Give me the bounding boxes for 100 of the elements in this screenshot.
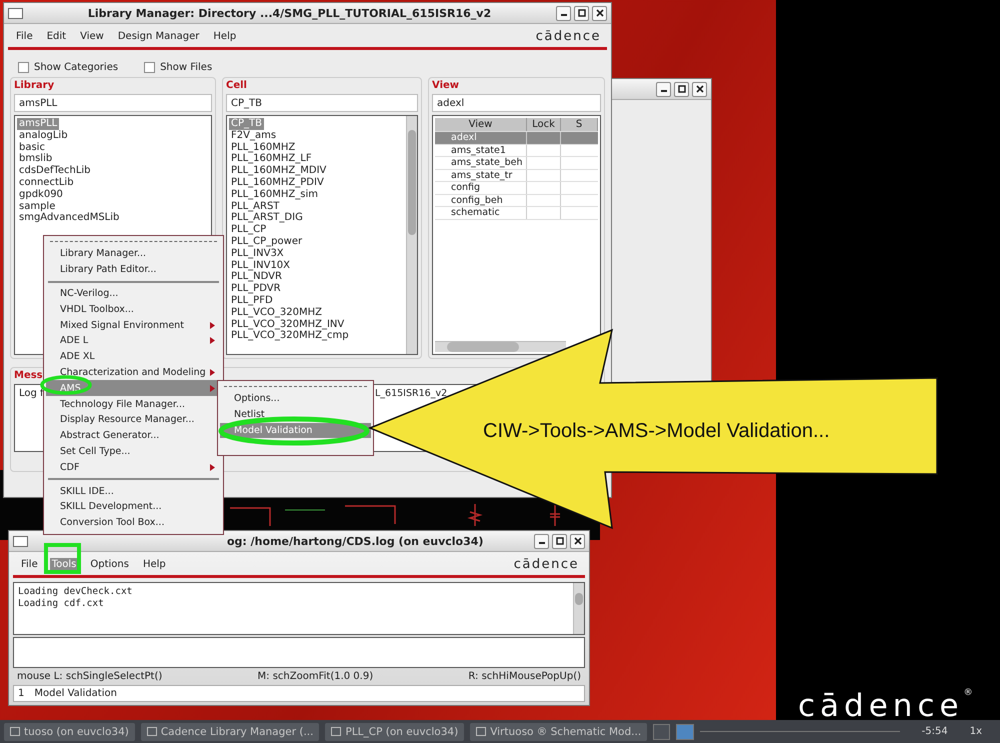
menu-item[interactable]: Abstract Generator... (46, 428, 221, 444)
menu-item[interactable]: ADE XL (46, 348, 221, 365)
list-item[interactable]: connectLib (17, 176, 76, 189)
list-item[interactable]: bmslib (17, 153, 54, 166)
list-item[interactable]: PLL_CP (229, 224, 268, 236)
column-header[interactable]: View (435, 118, 527, 131)
menu-item[interactable]: File (14, 30, 35, 43)
list-item[interactable]: gpdk090 (17, 188, 65, 201)
close-button[interactable] (692, 82, 707, 96)
cell-field[interactable]: CP_TB (226, 94, 418, 112)
close-button[interactable] (570, 534, 585, 548)
menu-item[interactable]: File (19, 558, 40, 571)
speed-button[interactable]: 1x (970, 726, 982, 737)
table-row[interactable]: ams_state_tr (435, 170, 598, 182)
list-item[interactable]: PLL_VCO_320MHZ (229, 306, 324, 319)
menu-item[interactable]: Netlist (220, 406, 371, 423)
menu-item[interactable]: Display Resource Manager... (46, 412, 221, 428)
minimize-button[interactable] (656, 82, 671, 96)
window-icon (146, 727, 157, 736)
checkbox-option[interactable]: Show Files (144, 62, 212, 73)
list-item[interactable]: PLL_PDVR (229, 283, 283, 295)
list-item[interactable]: cdsDefTechLib (17, 165, 93, 177)
list-item[interactable]: PLL_160MHZ_LF (229, 153, 314, 166)
window-icon (10, 727, 20, 736)
list-item[interactable]: PLL_INV10X (229, 260, 292, 272)
list-item[interactable]: PLL_CP_power (229, 236, 304, 248)
log-line: Loading devCheck.cxt (18, 586, 134, 598)
library-field[interactable]: amsPLL (14, 94, 212, 112)
maximize-button[interactable] (552, 534, 567, 548)
taskbar-button[interactable]: tuoso (on euvclo34) (4, 722, 135, 740)
list-item[interactable]: analogLib (17, 130, 70, 142)
table-row[interactable]: config (435, 182, 598, 194)
menu-item[interactable]: VHDL Toolbox... (46, 301, 221, 318)
checkbox[interactable] (18, 62, 29, 73)
list-item[interactable]: basic (17, 142, 47, 154)
scrollbar[interactable] (573, 583, 584, 634)
list-item[interactable]: PLL_ARST_DIG (229, 212, 305, 224)
scrollbar[interactable] (406, 116, 417, 354)
column-header[interactable]: S (561, 118, 598, 131)
mouse-binding: M: schZoomFit(1.0 0.9) (258, 670, 374, 682)
list-item[interactable]: PLL_160MHZ_PDIV (229, 176, 326, 189)
mouse-binding: mouse L: schSingleSelectPt() (17, 670, 162, 682)
list-item[interactable]: PLL_INV3X (229, 248, 286, 260)
taskbar-button[interactable]: PLL_CP (on euvclo34) (325, 722, 464, 740)
panel-label: Library (14, 80, 54, 91)
maximize-button[interactable] (674, 82, 689, 96)
taskbar-button[interactable]: Cadence Library Manager (... (140, 722, 320, 740)
scrollbar[interactable] (435, 341, 566, 352)
list-item[interactable]: PLL_VCO_320MHZ_INV (229, 318, 346, 330)
menu-item[interactable]: ADE L (46, 332, 221, 349)
taskbar-button[interactable]: Virtuoso ® Schematic Mod... (470, 722, 648, 740)
menu-item[interactable]: NC-Verilog... (46, 286, 221, 302)
menu-item[interactable]: SKILL Development... (46, 498, 221, 515)
minimize-button[interactable] (534, 534, 549, 548)
list-item[interactable]: PLL_160MHZ_MDIV (229, 165, 328, 177)
checkbox[interactable] (144, 62, 156, 73)
minimize-button[interactable] (556, 6, 571, 20)
menu-item[interactable]: Help (211, 30, 238, 43)
table-row[interactable]: ams_state_beh (435, 157, 598, 170)
menu-item[interactable]: Edit (44, 30, 68, 43)
menu-item[interactable]: SKILL IDE... (46, 483, 221, 499)
table-row[interactable]: schematic (435, 207, 598, 220)
workspace-icon[interactable] (676, 724, 694, 740)
menu-item[interactable]: Options (88, 558, 131, 571)
menu-item[interactable]: Help (140, 558, 168, 571)
menu-item[interactable]: Conversion Tool Box... (46, 514, 221, 531)
mouse-binding: R: schHiMousePopUp() (468, 670, 581, 682)
menu-item[interactable]: Mixed Signal Environment (46, 317, 221, 333)
list-item[interactable]: PLL_160MHZ (229, 142, 298, 154)
close-icon (596, 9, 604, 17)
list-item[interactable]: PLL_ARST (229, 200, 282, 212)
list-item[interactable]: PLL_NDVR (229, 271, 284, 284)
close-button[interactable] (592, 6, 607, 20)
menu-item[interactable]: Library Manager... (46, 246, 221, 262)
callout-text: CIW->Tools->AMS->Model Validation... (483, 420, 830, 442)
list-item[interactable]: PLL_160MHZ_sim (229, 188, 320, 201)
app-icon[interactable] (13, 536, 28, 546)
list-item[interactable]: F2V_ams (229, 130, 278, 142)
menu-item[interactable]: Options... (220, 391, 371, 407)
table-row[interactable]: config_beh (435, 194, 598, 207)
list-item[interactable]: sample (17, 200, 58, 212)
menu-item[interactable]: Set Cell Type... (46, 444, 221, 460)
maximize-button[interactable] (574, 6, 589, 20)
list-item[interactable]: PLL_PFD (229, 294, 275, 307)
menu-item[interactable]: Characterization and Modeling (46, 364, 221, 380)
view-field[interactable]: adexl (432, 94, 601, 112)
menu-item[interactable]: CDF (46, 459, 221, 476)
column-header[interactable]: Lock (527, 118, 561, 131)
table-row[interactable]: ams_state1 (435, 144, 598, 157)
window-menu-icon[interactable] (8, 8, 23, 18)
menu-item[interactable]: Library Path Editor... (46, 262, 221, 278)
menu-item[interactable]: Technology File Manager... (46, 396, 221, 412)
maximize-icon (556, 537, 564, 545)
list-item[interactable]: smgAdvancedMSLib (17, 212, 122, 224)
menu-item[interactable]: Design Manager (116, 30, 202, 43)
command-input[interactable] (13, 637, 585, 668)
window-icon (331, 727, 342, 736)
menu-item[interactable]: View (78, 30, 106, 43)
checkbox-option[interactable]: Show Categories (18, 62, 118, 73)
list-item[interactable]: PLL_VCO_320MHZ_cmp (229, 330, 351, 342)
